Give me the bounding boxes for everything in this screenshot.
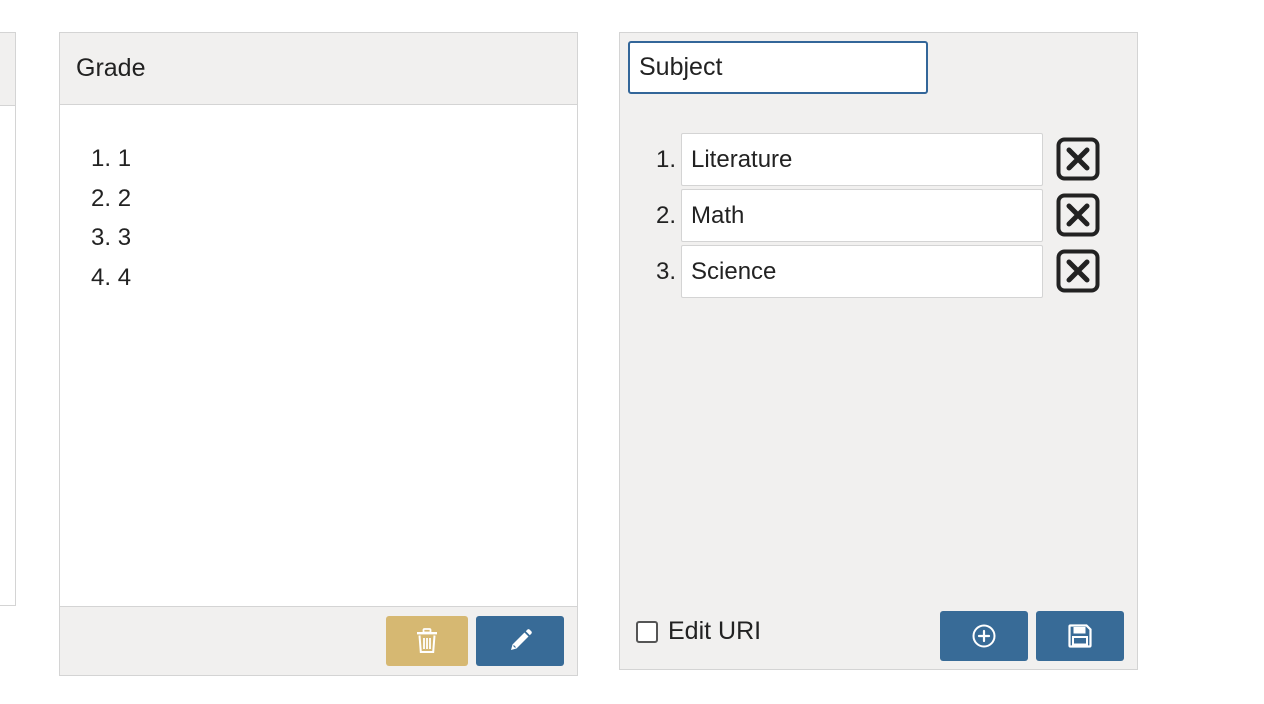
list-item: 3. 3 bbox=[91, 224, 132, 251]
edit-uri-toggle[interactable]: Edit URI bbox=[636, 617, 761, 646]
close-box-icon bbox=[1056, 249, 1100, 293]
row-number: 2. bbox=[655, 201, 676, 229]
remove-item-button[interactable] bbox=[1056, 193, 1100, 237]
list-item: 2. bbox=[620, 189, 1137, 242]
subject-item-input[interactable] bbox=[681, 133, 1043, 186]
grade-panel-footer bbox=[60, 606, 577, 675]
grade-panel: Grade 1. 1 2. 2 3. 3 4. 4 bbox=[59, 32, 578, 676]
subject-item-input[interactable] bbox=[681, 189, 1043, 242]
remove-item-button[interactable] bbox=[1056, 249, 1100, 293]
subject-title-input[interactable] bbox=[628, 41, 928, 94]
list-item: 3. bbox=[620, 245, 1137, 298]
close-box-icon bbox=[1056, 137, 1100, 181]
trash-icon bbox=[417, 628, 437, 653]
edit-uri-checkbox[interactable] bbox=[636, 620, 658, 643]
list-item: 4. 4 bbox=[91, 263, 132, 291]
close-box-icon bbox=[1056, 193, 1100, 237]
list-item: 2. 2 bbox=[91, 184, 132, 212]
remove-item-button[interactable] bbox=[1056, 137, 1100, 181]
add-item-button[interactable] bbox=[940, 611, 1028, 661]
row-number: 3. bbox=[655, 257, 676, 285]
floppy-disk-icon bbox=[1068, 624, 1092, 648]
subject-panel: 1. 2. 3. bbox=[619, 32, 1138, 670]
list-item: 1. 1 bbox=[91, 145, 132, 172]
edit-button[interactable] bbox=[476, 616, 564, 666]
delete-button[interactable] bbox=[386, 616, 468, 666]
pencil-icon bbox=[511, 629, 532, 650]
grade-list: 1. 1 2. 2 3. 3 4. 4 bbox=[60, 139, 131, 297]
list-item: 1. bbox=[620, 133, 1137, 186]
subject-item-input[interactable] bbox=[681, 245, 1043, 298]
row-number: 1. bbox=[655, 145, 676, 173]
partial-panel-left bbox=[0, 32, 16, 606]
edit-uri-label: Edit URI bbox=[668, 617, 762, 645]
plus-circle-icon bbox=[972, 624, 996, 648]
grade-panel-header: Grade bbox=[60, 33, 577, 105]
save-button[interactable] bbox=[1036, 611, 1124, 661]
partial-panel-header bbox=[0, 33, 15, 106]
grade-panel-title: Grade bbox=[76, 54, 146, 82]
